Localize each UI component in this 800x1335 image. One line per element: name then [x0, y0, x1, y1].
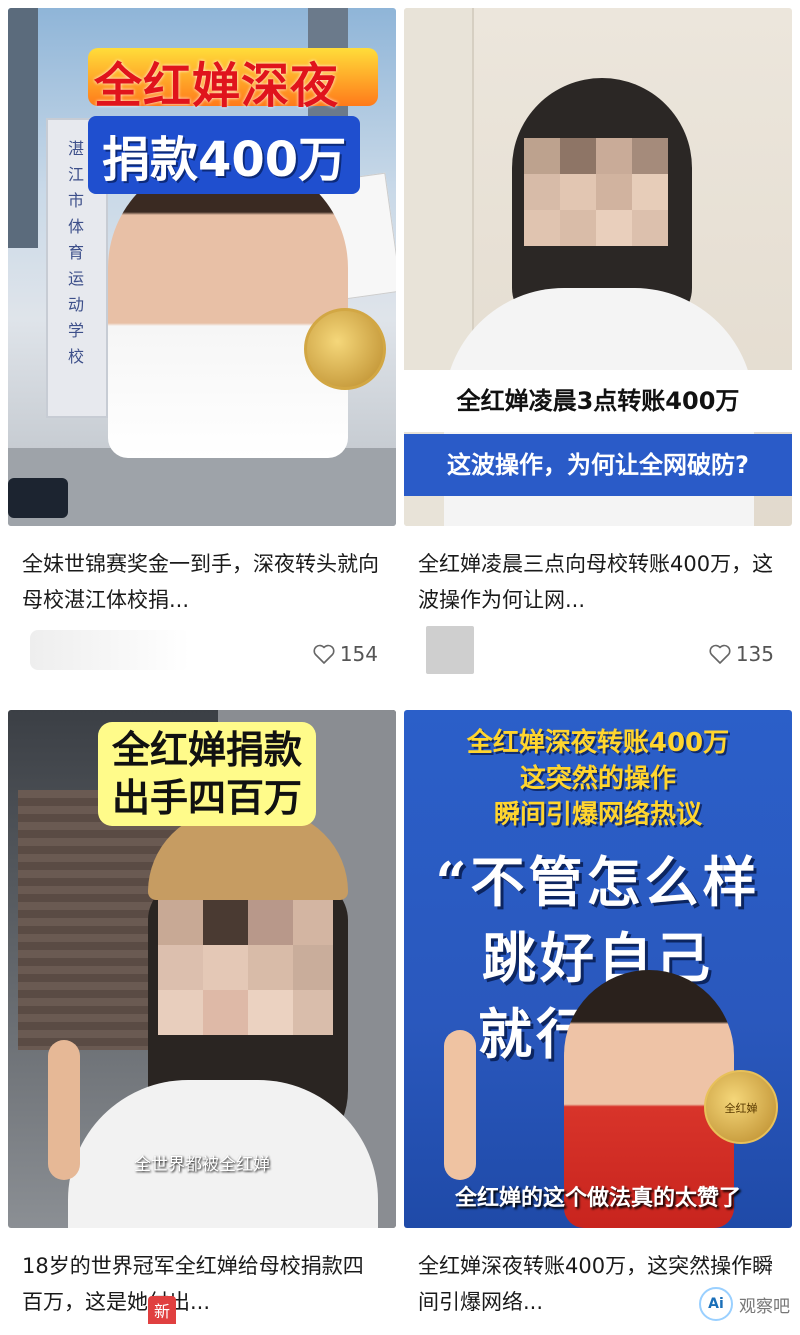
- thumb-caption-2: 这波操作，为何让全网破防?: [404, 434, 792, 496]
- pixelated-face: [248, 900, 293, 945]
- athlete-photo: [108, 158, 348, 458]
- card-thumbnail[interactable]: 全红婵深夜转账400万 这突然的操作 瞬间引爆网络热议 “不管怎么样 跳好自己 …: [404, 710, 792, 1228]
- watermark: Ai 观察吧: [699, 1287, 790, 1321]
- pixelated-face: [632, 210, 668, 246]
- pixelated-face: [293, 945, 333, 990]
- pixelated-face: [596, 210, 632, 246]
- card-meta: 135: [404, 622, 792, 678]
- building: [8, 8, 38, 248]
- card-caption[interactable]: 全妹世锦赛奖金一到手，深夜转头就向母校湛江体校捐...: [8, 526, 396, 622]
- pixelated-face: [203, 990, 248, 1035]
- author-avatar[interactable]: [426, 626, 474, 674]
- pixelated-face: [248, 945, 293, 990]
- gold-seal: 全红婵: [704, 1070, 778, 1144]
- pixelated-face: [248, 990, 293, 1035]
- watermark-text: 观察吧: [739, 1296, 790, 1317]
- pixelated-face: [632, 138, 668, 174]
- pixelated-face: [293, 900, 333, 945]
- pixelated-face: [560, 210, 596, 246]
- pixelated-face: [203, 900, 248, 945]
- car: [8, 478, 68, 518]
- card-caption[interactable]: 18岁的世界冠军全红婵给母校捐款四百万，这是她付出...: [8, 1228, 396, 1324]
- card-thumbnail[interactable]: 全红婵凌晨3点转账400万 这波操作，为何让全网破防?: [404, 8, 792, 526]
- pixelated-face: [524, 210, 560, 246]
- like-button[interactable]: 135: [708, 642, 774, 666]
- pixelated-face: [632, 174, 668, 210]
- thumb-headline-2: 出手四百万: [112, 776, 303, 820]
- thumb-headline-2: 捐款400万: [88, 116, 361, 194]
- heart-outline-icon: [313, 644, 335, 664]
- pixelated-face: [203, 945, 248, 990]
- pixelated-face: [560, 138, 596, 174]
- new-tag: 新: [148, 1296, 177, 1324]
- thumb-headline-2: 这突然的操作: [519, 764, 676, 794]
- feed-card-1[interactable]: 湛江市体育运动学校 全红婵深夜 捐款400万 全妹世锦赛奖金一到手，深夜转头就向…: [8, 8, 396, 678]
- feed-card-3[interactable]: 全红婵捐款 出手四百万 全世界都被全红婵 18岁的世界冠军全红婵给母校捐款四百万…: [8, 710, 396, 1324]
- thumb-bottom-caption: 全红婵的这个做法真的太赞了: [454, 1186, 741, 1211]
- thumb-headline-1: 全红婵深夜转账400万: [466, 728, 730, 758]
- card-thumbnail[interactable]: 全红婵捐款 出手四百万 全世界都被全红婵: [8, 710, 396, 1228]
- gate-text: 湛江市体育运动学校: [68, 139, 85, 366]
- like-count: 135: [735, 642, 774, 666]
- thumb-headline-1: 全红婵深夜: [94, 58, 340, 114]
- like-count: 154: [339, 642, 378, 666]
- pixelated-face: [158, 900, 203, 945]
- quote-line-1: “不管怎么样: [435, 850, 761, 914]
- pixelated-face: [293, 990, 333, 1035]
- thumb-headline: 全红婵捐款 出手四百万: [98, 722, 317, 826]
- author-avatar[interactable]: [30, 630, 190, 670]
- card-thumbnail[interactable]: 湛江市体育运动学校 全红婵深夜 捐款400万: [8, 8, 396, 526]
- raised-finger: [444, 1030, 476, 1180]
- quote-line-2: 跳好自己: [482, 926, 714, 990]
- pixelated-face: [524, 138, 560, 174]
- pixelated-face: [560, 174, 596, 210]
- pixelated-face: [596, 174, 632, 210]
- pixelated-face: [596, 138, 632, 174]
- card-caption[interactable]: 全红婵凌晨三点向母校转账400万，这波操作为何让网...: [404, 526, 792, 622]
- thumb-headline-1: 全红婵捐款: [112, 728, 303, 772]
- gold-medal: [304, 308, 386, 390]
- like-button[interactable]: 154: [312, 642, 378, 666]
- video-subtitle: 全世界都被全红婵: [134, 1155, 270, 1175]
- pixelated-face: [524, 174, 560, 210]
- feed-card-4[interactable]: 全红婵深夜转账400万 这突然的操作 瞬间引爆网络热议 “不管怎么样 跳好自己 …: [404, 710, 792, 1324]
- pixelated-face: [158, 990, 203, 1035]
- pixelated-face: [158, 945, 203, 990]
- feed-card-2[interactable]: 全红婵凌晨3点转账400万 这波操作，为何让全网破防? 全红婵凌晨三点向母校转账…: [404, 8, 792, 678]
- thumb-caption-1: 全红婵凌晨3点转账400万: [404, 370, 792, 432]
- thumb-headline-3: 瞬间引爆网络热议: [493, 800, 702, 830]
- heart-outline-icon: [709, 644, 731, 664]
- watermark-logo: Ai: [699, 1287, 733, 1321]
- card-meta: 154: [8, 622, 396, 678]
